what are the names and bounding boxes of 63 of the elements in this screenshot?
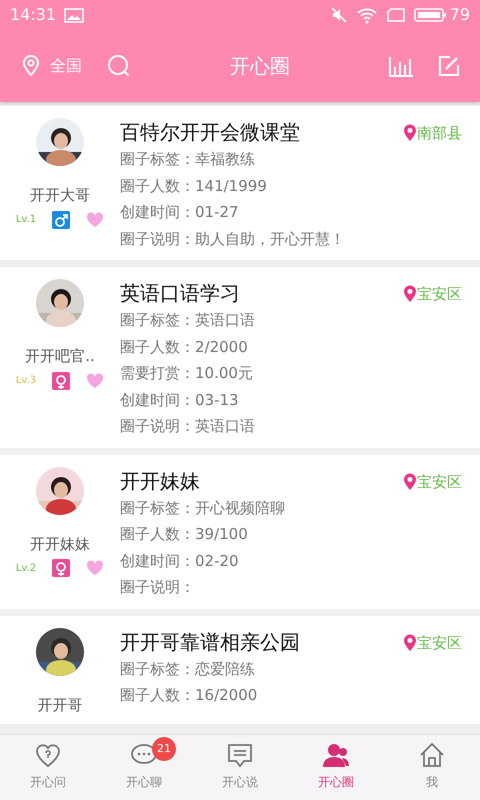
tab-item[interactable]: 开心问	[0, 735, 96, 800]
location-label: 宝安区	[417, 632, 462, 654]
tab-item[interactable]: 开心圈	[288, 735, 384, 800]
owner-name: 开开吧官..	[25, 346, 95, 367]
level-label: Lv.2	[16, 562, 36, 576]
circle-detail: 需要打赏：10.00元	[120, 363, 254, 384]
location-pin-icon	[403, 634, 417, 652]
circle-detail: 圈子人数：2/2000	[120, 336, 249, 358]
statistics-button[interactable]	[388, 55, 414, 77]
owner-name: 开开大哥	[30, 185, 90, 206]
level-label: Lv.3	[16, 374, 36, 388]
owner-name: 开开妹妹	[30, 534, 90, 554]
circle-title: 百特尔开开会微课堂	[120, 119, 301, 146]
circle-card[interactable]: 开开妹妹 Lv.2 开开妹妹 宝安区 圈子标签：开心视频陪聊 圈子人数：39/100 创建时间：02-20 圈子说明：	[0, 454, 480, 608]
sim-icon	[386, 7, 406, 23]
circle-detail: 圈子人数：39/100	[120, 524, 249, 545]
message-icon	[226, 741, 254, 769]
location-label: 宝安区	[417, 472, 462, 492]
header-title: 开心圈	[230, 54, 290, 78]
circle-title: 开开妹妹	[120, 468, 201, 494]
mute-icon	[330, 6, 348, 24]
location-button[interactable]: 全国	[20, 54, 82, 78]
status-time: 14:31	[10, 4, 56, 26]
circle-detail: 圈子说明：	[120, 577, 196, 598]
circle-card[interactable]: 开开哥 开开哥靠谱相亲公园 宝安区 圈子标签：恋爱陪练 圈子人数：16/2000	[0, 616, 480, 724]
circle-detail: 圈子人数：16/2000	[120, 685, 258, 706]
heart-icon	[86, 372, 104, 388]
level-label: Lv.1	[16, 213, 36, 227]
location-label: 南部县	[417, 123, 462, 144]
circle-title: 开开哥靠谱相亲公园	[120, 628, 301, 656]
unread-badge: 21	[152, 737, 176, 761]
search-button[interactable]	[106, 53, 132, 79]
circle-detail: 圈子说明：助人自助，开心开慧！	[120, 228, 346, 250]
circle-card[interactable]: 开开吧官.. Lv.3 英语口语学习 宝安区 圈子标签：英语口语 圈子人数：2/2000 需要打赏：10.00元 创建时间：03-13 圈子说明：英语口语	[0, 267, 480, 448]
circle-card[interactable]: 开开大哥 Lv.1 百特尔开开会微课堂 南部县 圈子标签：幸福教练 圈子人数：141/1999 创建时间：01-27 圈子说明：助人自助，开心开慧！	[0, 106, 480, 260]
edit-button[interactable]	[438, 55, 460, 77]
heart-icon	[86, 212, 104, 228]
circle-detail: 圈子标签：幸福教练	[120, 149, 256, 170]
tab-item[interactable]: 我	[384, 735, 480, 800]
location-pin-icon	[403, 124, 417, 142]
circle-detail: 圈子标签：开心视频陪聊	[120, 498, 286, 518]
battery-level: 79	[450, 4, 470, 26]
battery-icon	[414, 7, 446, 23]
location-label: 宝安区	[417, 284, 462, 305]
circle-detail: 圈子人数：141/1999	[120, 176, 268, 196]
circle-title: 英语口语学习	[120, 280, 241, 307]
home-icon	[418, 741, 446, 769]
circle-detail: 创建时间：01-27	[120, 202, 240, 223]
circle-detail: 创建时间：03-13	[120, 390, 240, 410]
image-icon	[64, 7, 84, 23]
location-pin-icon	[403, 285, 417, 304]
wifi-icon	[356, 6, 378, 24]
circle-detail: 圈子说明：英语口语	[120, 416, 256, 437]
owner-name: 开开哥	[38, 694, 82, 716]
circle-detail: 创建时间：02-20	[120, 550, 240, 572]
location-pin-icon	[403, 472, 417, 491]
circle-detail: 圈子标签：恋爱陪练	[120, 658, 256, 680]
tab-item[interactable]: 开心聊 21	[96, 735, 192, 800]
heart-icon	[86, 560, 104, 576]
tab-item[interactable]: 开心说	[192, 735, 288, 800]
circle-detail: 圈子标签：英语口语	[120, 310, 256, 331]
people-icon	[322, 741, 350, 769]
location-pin-icon	[20, 54, 42, 78]
